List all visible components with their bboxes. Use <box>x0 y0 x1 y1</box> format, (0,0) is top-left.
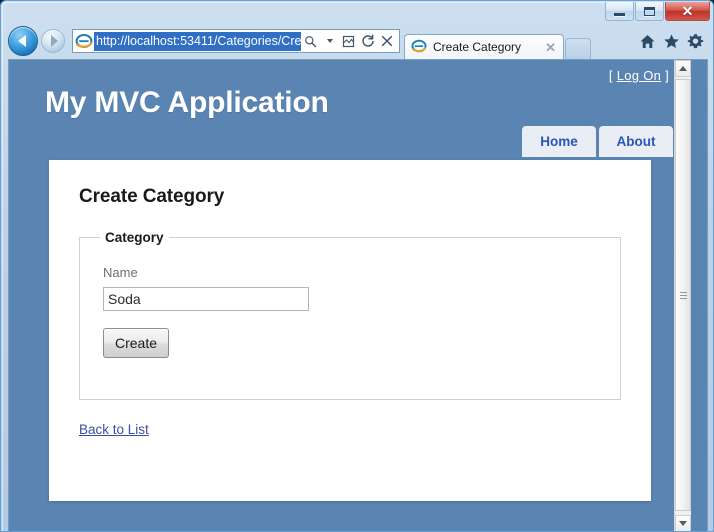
tab-strip: Create Category ✕ <box>404 23 591 59</box>
web-page: [ Log On ] My MVC Application Home About… <box>9 60 691 531</box>
maximize-button[interactable] <box>635 2 664 21</box>
name-input[interactable] <box>103 287 309 311</box>
logon-area: [ Log On ] <box>609 68 669 83</box>
browser-toolbar-icons <box>635 23 713 59</box>
create-button[interactable]: Create <box>103 328 170 358</box>
maximize-icon <box>644 6 655 16</box>
favorites-icon[interactable] <box>659 29 683 53</box>
scroll-down-button[interactable] <box>675 515 691 531</box>
nav-arrows <box>8 26 65 56</box>
navigation-toolbar: http://localhost:53411/Categories/Create <box>1 23 713 59</box>
forward-button[interactable] <box>41 29 65 53</box>
logon-close-bracket: ] <box>665 68 669 83</box>
back-to-list-link[interactable]: Back to List <box>79 422 149 437</box>
stop-icon[interactable] <box>377 31 396 51</box>
name-label: Name <box>103 265 138 280</box>
menu-item-home[interactable]: Home <box>522 126 596 157</box>
back-button[interactable] <box>8 26 38 56</box>
internet-explorer-icon <box>75 32 93 50</box>
tools-gear-icon[interactable] <box>683 29 707 53</box>
scrollbar-thumb[interactable] <box>675 79 691 511</box>
address-input[interactable]: http://localhost:53411/Categories/Create <box>94 31 301 51</box>
close-icon: ✕ <box>681 3 694 19</box>
log-on-link[interactable]: Log On <box>617 68 661 83</box>
title-bar: ✕ <box>1 1 713 23</box>
home-icon[interactable] <box>635 29 659 53</box>
fieldset-legend: Category <box>105 230 164 245</box>
tab-title: Create Category <box>433 39 522 54</box>
address-bar[interactable]: http://localhost:53411/Categories/Create <box>72 29 400 53</box>
address-bar-icons <box>301 31 399 51</box>
scrollbar-grip-icon <box>679 290 687 301</box>
page-title: Create Category <box>79 186 225 207</box>
window-controls: ✕ <box>604 2 710 22</box>
site-title: My MVC Application <box>45 86 329 119</box>
scroll-down-icon <box>679 521 687 526</box>
site-header: [ Log On ] My MVC Application Home About <box>9 60 691 157</box>
search-dropdown-icon[interactable] <box>320 31 339 51</box>
tab-create-category[interactable]: Create Category ✕ <box>404 34 564 59</box>
close-button[interactable]: ✕ <box>665 2 710 21</box>
page-scrollbar[interactable] <box>674 60 691 531</box>
back-arrow-icon <box>18 35 26 47</box>
menu-item-about[interactable]: About <box>599 126 673 157</box>
minimize-button[interactable] <box>605 2 634 21</box>
search-icon[interactable] <box>301 31 320 51</box>
new-tab-button[interactable] <box>565 38 591 59</box>
content-card: Create Category Category Name Create Bac… <box>49 160 651 501</box>
tab-close-icon[interactable]: ✕ <box>542 41 559 54</box>
logon-open-bracket: [ <box>608 68 613 83</box>
browser-window: ✕ http://localhost:53411/Categories/Crea… <box>0 0 714 532</box>
browser-viewport: [ Log On ] My MVC Application Home About… <box>8 59 708 531</box>
category-fieldset: Category Name Create <box>79 230 621 400</box>
scroll-up-icon <box>679 66 687 71</box>
compatibility-view-icon[interactable] <box>339 31 358 51</box>
create-category-form: Category Name Create <box>79 230 621 400</box>
tab-favicon-icon <box>411 38 429 56</box>
scroll-up-button[interactable] <box>675 60 691 77</box>
forward-arrow-icon <box>50 35 58 47</box>
main-menu: Home About <box>522 126 673 157</box>
refresh-icon[interactable] <box>358 31 377 51</box>
minimize-icon <box>614 12 625 16</box>
